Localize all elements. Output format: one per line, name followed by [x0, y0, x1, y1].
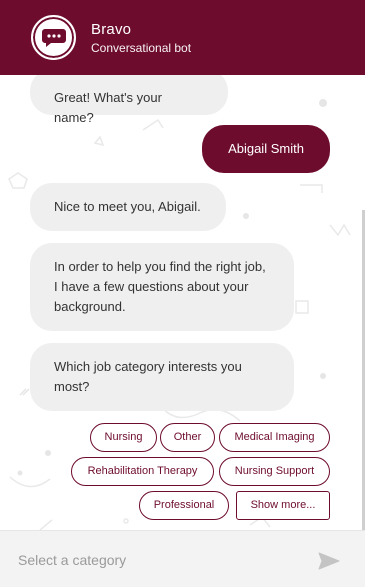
message-line: background. — [54, 299, 126, 314]
show-more-button[interactable]: Show more... — [236, 491, 330, 520]
message-text: Nice to meet you, Abigail. — [54, 199, 201, 214]
bot-message: Great! What's your name? — [30, 75, 228, 125]
option-medical-imaging[interactable]: Medical Imaging — [219, 423, 330, 452]
option-professional[interactable]: Professional — [139, 491, 229, 520]
message-line: Which job category interests you — [54, 359, 242, 374]
send-icon[interactable] — [318, 552, 340, 570]
option-nursing-support[interactable]: Nursing Support — [219, 457, 330, 486]
chat-header: Bravo Conversational bot — [0, 0, 365, 75]
category-input[interactable] — [18, 549, 298, 571]
option-other[interactable]: Other — [160, 423, 215, 452]
message-line: In order to help you find the right job, — [54, 259, 266, 274]
bot-avatar — [31, 15, 76, 60]
user-message: Abigail Smith — [202, 125, 330, 173]
message-line: I have a few questions about your — [54, 279, 249, 294]
bot-subtitle: Conversational bot — [91, 41, 192, 55]
bot-message: Which job category interests you most? — [30, 343, 294, 411]
bot-message: Nice to meet you, Abigail. — [30, 183, 226, 231]
composer — [0, 530, 365, 587]
option-nursing[interactable]: Nursing — [90, 423, 157, 452]
option-rehabilitation-therapy[interactable]: Rehabilitation Therapy — [71, 457, 214, 486]
message-text: Abigail Smith — [228, 141, 304, 156]
message-line: most? — [54, 379, 90, 394]
bot-message: In order to help you find the right job,… — [30, 243, 294, 331]
chat-bubble-icon — [41, 28, 66, 47]
chat-area[interactable]: Great! What's your name? Abigail Smith N… — [0, 75, 365, 530]
bot-name: Bravo — [91, 21, 132, 38]
